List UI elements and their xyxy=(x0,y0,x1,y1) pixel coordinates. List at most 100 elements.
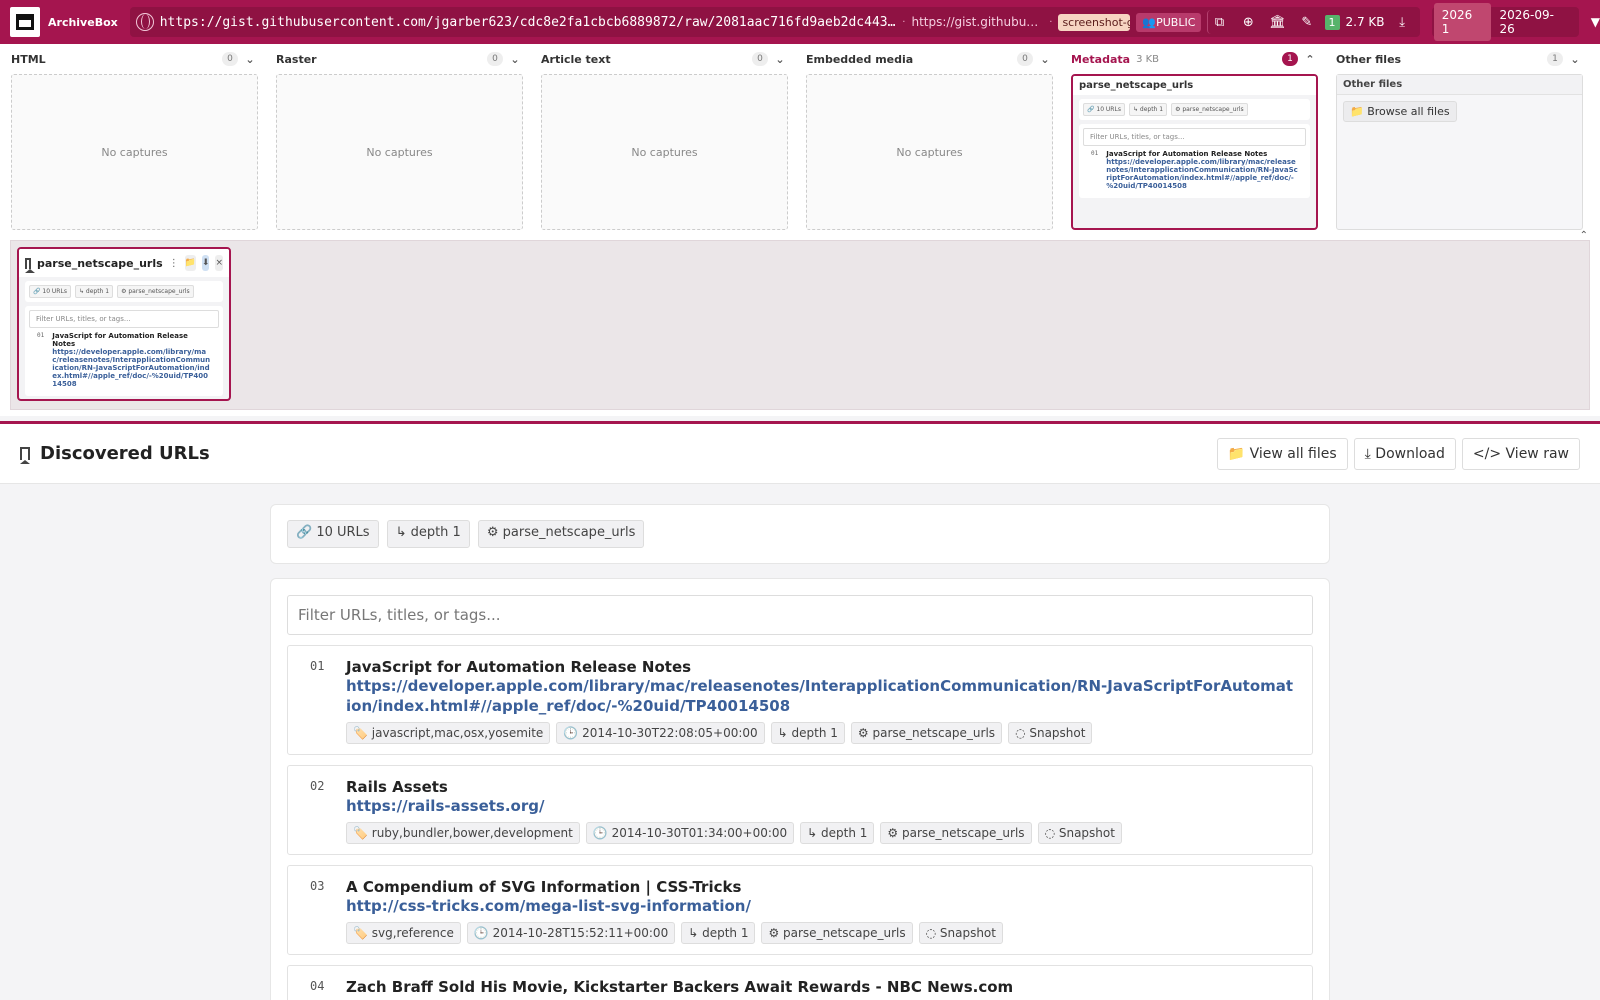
folder-icon[interactable]: 📁 xyxy=(184,255,196,271)
section-actions: 📁 View all files ⤓ Download </> View raw xyxy=(1216,437,1580,470)
parser-chip: ⚙ parse_netscape_urls xyxy=(477,520,645,548)
tile-empty-box: No captures xyxy=(11,74,258,230)
tile-count-badge: 0 xyxy=(1017,52,1033,66)
tile-label: Article text xyxy=(541,52,611,66)
capture-tiles: HTML 0 ⌄ No captures Raster 0 ⌄ No captu… xyxy=(0,44,1600,416)
item-title: JavaScript for Automation Release Notes xyxy=(346,658,692,676)
tile-header[interactable]: HTML 0 ⌄ xyxy=(11,44,258,74)
url-list-item: 04 Zach Braff Sold His Movie, Kickstarte… xyxy=(287,965,1313,1000)
item-number: 03 xyxy=(310,879,325,893)
preview-card[interactable]: parse_netscape_urls ⋮ 📁 ⬇ × 🔗 10 URLs ↳ … xyxy=(17,247,231,401)
tile-label: Metadata xyxy=(1071,52,1131,66)
tile-label: Raster xyxy=(276,52,317,66)
tile-header[interactable]: Article text 0 ⌄ xyxy=(541,44,788,74)
archivebox-logo-icon xyxy=(10,7,40,37)
depth-chip: ↳ depth 1 xyxy=(800,822,875,844)
edit-icon[interactable]: ✎ xyxy=(1295,10,1318,34)
timestamp-chip: 🕒 2014-10-30T22:08:05+00:00 xyxy=(556,722,765,744)
mini-list: Filter URLs, titles, or tags... 01 JavaS… xyxy=(1079,124,1310,198)
mini-item-title: JavaScript for Automation Release Notes xyxy=(1106,150,1268,158)
mini-item-url: https://developer.apple.com/library/mac/… xyxy=(52,348,211,388)
copy-icon[interactable]: ⧉ xyxy=(1207,10,1230,34)
mini-list-item: 01 JavaScript for Automation Release Not… xyxy=(29,328,219,392)
timestamp-chip: 🕒 2014-10-28T15:52:11+00:00 xyxy=(466,922,676,944)
tile-count-badge: 1 xyxy=(1282,52,1298,66)
mini-chip-depth: ↳ depth 1 xyxy=(74,285,114,298)
visibility-badge[interactable]: 👥PUBLIC xyxy=(1136,12,1202,32)
mini-list-item: 01 JavaScript for Automation Release Not… xyxy=(1083,146,1306,194)
chevron-up-icon[interactable]: ⌃ xyxy=(1302,53,1318,66)
tile-header[interactable]: Raster 0 ⌄ xyxy=(276,44,523,74)
item-url-link[interactable]: https://developer.apple.com/library/mac/… xyxy=(346,676,1296,716)
item-number: 04 xyxy=(310,979,325,993)
snapshot-chip[interactable]: ◌ Snapshot xyxy=(918,922,1003,944)
tile-metadata: Metadata 3 KB 1 ⌃ parse_netscape_urls 🔗 … xyxy=(1071,44,1318,230)
view-raw-button[interactable]: </> View raw xyxy=(1461,437,1580,470)
mini-item-url: https://developer.apple.com/library/mac/… xyxy=(1106,158,1298,190)
tile-article-text: Article text 0 ⌄ No captures xyxy=(541,44,788,230)
item-url-link[interactable]: http://css-tricks.com/mega-list-svg-info… xyxy=(346,896,1296,916)
tile-label: Embedded media xyxy=(806,52,914,66)
download-icon[interactable]: ⬇ xyxy=(201,255,210,271)
view-all-files-button[interactable]: 📁 View all files xyxy=(1216,437,1348,470)
timestamp-chip: 🕒 2014-10-30T01:34:00+00:00 xyxy=(585,822,795,844)
chevron-down-icon[interactable]: ⌄ xyxy=(507,53,523,66)
snapshot-chip[interactable]: ◌ Snapshot xyxy=(1008,722,1093,744)
section-header: Discovered URLs 📁 View all files ⤓ Downl… xyxy=(0,424,1600,484)
tile-empty-box: No captures xyxy=(541,74,788,230)
page-title: Discovered URLs xyxy=(40,443,210,464)
download-icon[interactable]: ⤓ xyxy=(1391,10,1414,34)
date-selector: 2026 1 2026-09-26 xyxy=(1431,3,1579,41)
depth-chip: ↳ depth 1 xyxy=(681,922,756,944)
tags-chip: 🏷️ javascript,mac,osx,yosemite xyxy=(346,722,551,744)
item-title: Zach Braff Sold His Movie, Kickstarter B… xyxy=(346,978,1014,996)
tag-chip[interactable]: screenshot-gall xyxy=(1058,13,1131,31)
mini-chip-depth: ↳ depth 1 xyxy=(1128,103,1168,116)
globe-link-icon[interactable]: ⊕ xyxy=(1237,10,1260,34)
parser-chip: ⚙ parse_netscape_urls xyxy=(761,922,913,944)
item-title: A Compendium of SVG Information | CSS-Tr… xyxy=(346,878,742,896)
item-number: 02 xyxy=(310,779,325,793)
app-logo[interactable]: ArchiveBox xyxy=(0,0,126,44)
file-count-badge: 1 xyxy=(1324,14,1340,30)
filter-input[interactable] xyxy=(287,595,1313,635)
url-list-item: 01 JavaScript for Automation Release Not… xyxy=(287,645,1313,755)
other-files-title: Other files xyxy=(1337,75,1582,95)
tile-empty-box: No captures xyxy=(806,74,1053,230)
mini-list: Filter URLs, titles, or tags... 01 JavaS… xyxy=(25,306,223,396)
browse-all-files-button[interactable]: 📁 Browse all files xyxy=(1343,101,1457,122)
url-count-chip: 🔗 10 URLs xyxy=(287,520,379,548)
tile-header[interactable]: Metadata 3 KB 1 ⌃ xyxy=(1071,44,1318,74)
preview-strip: parse_netscape_urls ⋮ 📁 ⬇ × 🔗 10 URLs ↳ … xyxy=(10,240,1590,410)
mini-item-title: JavaScript for Automation Release Notes xyxy=(52,332,188,348)
top-bar: ArchiveBox https://gist.githubuserconten… xyxy=(0,0,1600,44)
snapshot-url-short[interactable]: https://gist.githubuserc… xyxy=(911,15,1043,29)
chevron-down-icon[interactable]: ⌄ xyxy=(1567,53,1583,66)
tile-header[interactable]: Embedded media 0 ⌄ xyxy=(806,44,1053,74)
chevron-down-icon[interactable]: ⌄ xyxy=(242,53,258,66)
chevron-down-icon[interactable]: ⌄ xyxy=(772,53,788,66)
download-button[interactable]: ⤓ Download xyxy=(1353,437,1456,470)
chevron-down-icon[interactable]: ⌄ xyxy=(1037,53,1053,66)
tile-header[interactable]: Other files 1 ⌄ xyxy=(1336,44,1583,74)
item-url-link[interactable]: https://rails-assets.org/ xyxy=(346,796,1296,816)
close-icon[interactable]: × xyxy=(215,255,223,271)
tags-chip: 🏷️ ruby,bundler,bower,development xyxy=(346,822,580,844)
snapshot-url[interactable]: https://gist.githubusercontent.com/jgarb… xyxy=(160,15,897,30)
year-button[interactable]: 2026 1 xyxy=(1433,3,1492,41)
date-button[interactable]: 2026-09-26 xyxy=(1495,8,1576,36)
metadata-preview[interactable]: parse_netscape_urls 🔗 10 URLs ↳ depth 1 … xyxy=(1071,74,1318,230)
app-name: ArchiveBox xyxy=(48,15,118,29)
url-bar[interactable]: https://gist.githubusercontent.com/jgarb… xyxy=(129,7,1420,37)
more-options-icon[interactable]: ⋮ xyxy=(169,258,179,269)
tile-label: HTML xyxy=(11,52,46,66)
tile-size: 3 KB xyxy=(1136,53,1160,65)
tile-empty-box: No captures xyxy=(276,74,523,230)
tile-raster: Raster 0 ⌄ No captures xyxy=(276,44,523,230)
summary-card: 🔗 10 URLs ↳ depth 1 ⚙ parse_netscape_url… xyxy=(270,504,1330,564)
parser-chip: ⚙ parse_netscape_urls xyxy=(880,822,1032,844)
menu-chevron-down-icon[interactable]: ▼ xyxy=(1591,15,1600,29)
mini-summary: 🔗 10 URLs ↳ depth 1 ⚙ parse_netscape_url… xyxy=(25,281,223,302)
snapshot-chip[interactable]: ◌ Snapshot xyxy=(1037,822,1122,844)
archive-icon[interactable]: 🏛 xyxy=(1266,10,1289,34)
